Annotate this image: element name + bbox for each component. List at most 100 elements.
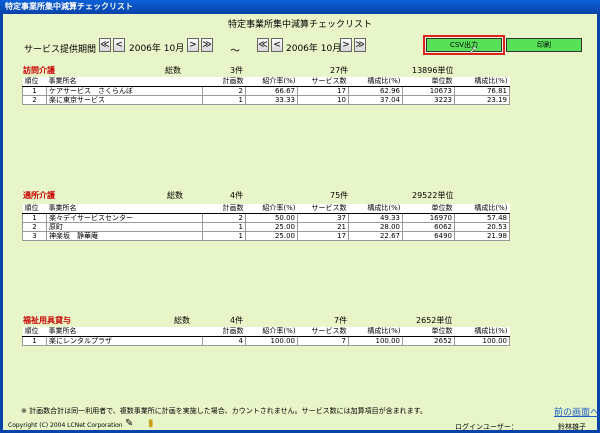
to-first-button[interactable]: ≪ — [257, 38, 269, 52]
main-panel: 特定事業所集中減算チェックリスト サービス提供期間 ≪ < 2006年 10月 … — [0, 14, 600, 433]
cell-ratio1: 100.00 — [348, 335, 403, 346]
cell-name: 楽々デイサービスセンター — [46, 212, 203, 223]
login-user-name: 鈴林雄子 — [558, 423, 586, 431]
back-link[interactable]: 前の画面へ — [554, 405, 599, 418]
table-row: 2 楽に東京サービス 1 33.33 10 37.04 3223 23.19 — [22, 94, 510, 105]
col-ratio1: 構成比(%) — [348, 77, 403, 87]
cell-rank: 1 — [22, 85, 47, 96]
login-user-label: ログインユーザー： — [455, 423, 518, 431]
summary-label: 総数 — [174, 316, 190, 325]
cell-units: 16970 — [402, 212, 455, 223]
cell-name: 楽にレンタルプラザ — [46, 335, 203, 346]
col-rank: 順位 — [22, 204, 47, 214]
cell-units: 3223 — [402, 94, 455, 105]
welfare-equipment-table: 順位 事業所名 計画数 紹介率(%) サービス数 構成比(%) 単位数 構成比(… — [22, 327, 510, 346]
cell-services: 10 — [297, 94, 349, 105]
cell-rate: 25.00 — [245, 221, 298, 232]
col-rank: 順位 — [22, 77, 47, 87]
unit-total: 29522単位 — [412, 191, 454, 200]
cell-services: 21 — [297, 221, 349, 232]
summary-label: 総数 — [165, 66, 181, 75]
cell-plans: 2 — [202, 85, 246, 96]
col-units: 単位数 — [402, 204, 455, 214]
col-ratio1: 構成比(%) — [348, 327, 403, 337]
col-services: サービス数 — [297, 77, 349, 87]
cell-rate: 100.00 — [245, 335, 298, 346]
to-last-button[interactable]: ≫ — [354, 38, 366, 52]
mouse-pointer-icon: ➚ — [469, 45, 478, 56]
cell-ratio2: 23.19 — [454, 94, 510, 105]
document-icon[interactable]: ▮ — [148, 418, 154, 429]
col-rate: 紹介率(%) — [245, 204, 298, 214]
col-rank: 順位 — [22, 327, 47, 337]
col-ratio2: 構成比(%) — [454, 77, 510, 87]
from-prev-button[interactable]: < — [113, 38, 125, 52]
cell-rate: 50.00 — [245, 212, 298, 223]
plan-total: 3件 — [230, 66, 244, 75]
period-separator: ～ — [230, 46, 240, 57]
cell-plans: 4 — [202, 335, 246, 346]
table-row: 1 ケアサービス さくらんぼ 2 66.67 17 62.96 10673 76… — [22, 85, 510, 96]
col-plans: 計画数 — [202, 77, 246, 87]
from-first-button[interactable]: ≪ — [99, 38, 111, 52]
col-rate: 紹介率(%) — [245, 327, 298, 337]
cell-ratio2: 20.53 — [454, 221, 510, 232]
cell-rank: 1 — [22, 335, 47, 346]
col-office-name: 事業所名 — [46, 327, 203, 337]
window-title-bar: 特定事業所集中減算チェックリスト — [0, 0, 600, 14]
cell-name: 神楽坂 静華庵 — [46, 230, 203, 241]
cell-ratio1: 37.04 — [348, 94, 403, 105]
cell-plans: 1 — [202, 230, 246, 241]
cell-ratio1: 49.33 — [348, 212, 403, 223]
footnote: ※ 計画数合計は同一利用者で、複数事業所に計画を実施した場合、カウントされません… — [21, 407, 427, 415]
col-rate: 紹介率(%) — [245, 77, 298, 87]
cell-plans: 1 — [202, 221, 246, 232]
col-plans: 計画数 — [202, 327, 246, 337]
cell-services: 7 — [297, 335, 349, 346]
period-label: サービス提供期間 — [24, 45, 97, 55]
cell-services: 17 — [297, 85, 349, 96]
cell-name: 楽に東京サービス — [46, 94, 203, 105]
window-title: 特定事業所集中減算チェックリスト — [5, 2, 133, 11]
cell-plans: 1 — [202, 94, 246, 105]
cell-ratio2: 76.81 — [454, 85, 510, 96]
to-prev-button[interactable]: < — [271, 38, 283, 52]
unit-total: 13896単位 — [412, 66, 454, 75]
cell-ratio2: 57.48 — [454, 212, 510, 223]
print-button[interactable]: 印刷 — [506, 38, 582, 52]
cell-units: 6062 — [402, 221, 455, 232]
plan-total: 4件 — [230, 191, 244, 200]
day-care-table: 順位 事業所名 計画数 紹介率(%) サービス数 構成比(%) 単位数 構成比(… — [22, 204, 510, 241]
csv-export-button[interactable]: CSV出力 — [423, 35, 505, 55]
cell-rate: 25.00 — [245, 230, 298, 241]
section-title-home-care: 訪問介護 — [23, 66, 55, 75]
col-office-name: 事業所名 — [46, 77, 203, 87]
pen-icon[interactable]: ✎ — [125, 418, 133, 429]
from-next-button[interactable]: > — [187, 38, 199, 52]
table-row: 3 神楽坂 静華庵 1 25.00 17 22.67 6490 21.98 — [22, 230, 510, 241]
table-row: 1 楽々デイサービスセンター 2 50.00 37 49.33 16970 57… — [22, 212, 510, 223]
col-services: サービス数 — [297, 204, 349, 214]
cell-services: 37 — [297, 212, 349, 223]
cell-units: 10673 — [402, 85, 455, 96]
unit-total: 2652単位 — [416, 316, 453, 325]
col-services: サービス数 — [297, 327, 349, 337]
from-date: 2006年 10月 — [129, 44, 185, 54]
to-date: 2006年 10月 — [286, 44, 342, 54]
cell-name: 原町 — [46, 221, 203, 232]
home-care-table: 順位 事業所名 計画数 紹介率(%) サービス数 構成比(%) 単位数 構成比(… — [22, 77, 510, 105]
service-total: 75件 — [330, 191, 349, 200]
col-units: 単位数 — [402, 77, 455, 87]
from-last-button[interactable]: ≫ — [201, 38, 213, 52]
cell-rank: 2 — [22, 94, 47, 105]
table-header-row: 順位 事業所名 計画数 紹介率(%) サービス数 構成比(%) 単位数 構成比(… — [22, 204, 510, 214]
col-ratio2: 構成比(%) — [454, 327, 510, 337]
col-plans: 計画数 — [202, 204, 246, 214]
to-next-button[interactable]: > — [340, 38, 352, 52]
col-office-name: 事業所名 — [46, 204, 203, 214]
cell-rank: 1 — [22, 212, 47, 223]
cell-rate: 66.67 — [245, 85, 298, 96]
cell-ratio2: 100.00 — [454, 335, 510, 346]
table-header-row: 順位 事業所名 計画数 紹介率(%) サービス数 構成比(%) 単位数 構成比(… — [22, 77, 510, 87]
copyright: Copyright (C) 2004 LCNet Corporation — [8, 422, 123, 429]
